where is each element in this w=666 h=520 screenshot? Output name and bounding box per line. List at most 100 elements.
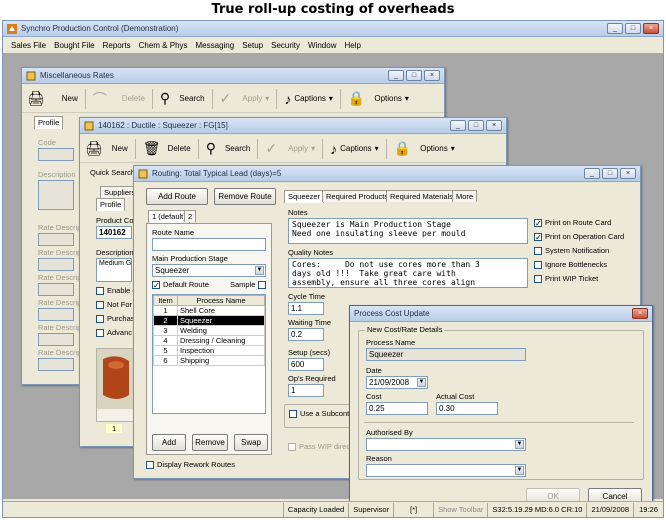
rate-desc-field[interactable] bbox=[38, 258, 74, 271]
code-field[interactable] bbox=[38, 148, 74, 161]
table-row[interactable]: 2 Squeezer bbox=[153, 315, 265, 326]
ignore-bottlenecks-checkbox[interactable]: Ignore Bottlenecks bbox=[534, 260, 607, 269]
advanced-checkbox[interactable]: Advanc bbox=[96, 328, 132, 337]
table-row[interactable]: 3 Welding bbox=[153, 325, 265, 336]
system-notification-checkbox[interactable]: System Notification bbox=[534, 246, 609, 255]
apply-button[interactable]: ✓ Apply ▾ bbox=[260, 137, 320, 161]
menu-window[interactable]: Window bbox=[304, 41, 340, 50]
rate-desc-field[interactable] bbox=[38, 358, 74, 371]
tab-more[interactable]: More bbox=[452, 190, 478, 202]
checkmark-icon: ✓ bbox=[219, 90, 232, 106]
ops-required-field[interactable]: 1 bbox=[288, 384, 324, 397]
close-button[interactable]: × bbox=[620, 168, 636, 179]
table-row[interactable]: 6 Shipping bbox=[153, 355, 265, 366]
new-button[interactable]: 🖨 New bbox=[22, 87, 83, 111]
show-toolbar-toggle[interactable]: Show Toolbar bbox=[433, 502, 487, 517]
tab-route-2[interactable]: 2 bbox=[184, 210, 197, 222]
table-row[interactable]: 5 Inspection bbox=[153, 345, 265, 356]
search-button[interactable]: ⚲ Search bbox=[155, 87, 210, 111]
add-route-button[interactable]: Add Route bbox=[146, 188, 208, 205]
cost-field[interactable]: 0.25 bbox=[366, 402, 428, 415]
captions-button[interactable]: ♪ Captions ▾ bbox=[325, 137, 384, 161]
waiting-time-field[interactable]: 0.2 bbox=[288, 328, 324, 341]
cycle-time-field[interactable]: 1.1 bbox=[288, 302, 324, 315]
delete-button[interactable]: ⌒ Delete bbox=[88, 87, 150, 111]
sample-checkbox[interactable]: Sample bbox=[230, 280, 267, 289]
menu-help[interactable]: Help bbox=[340, 41, 364, 50]
description-field[interactable] bbox=[38, 180, 74, 210]
menu-chem-phys[interactable]: Chem & Phys bbox=[135, 41, 192, 50]
description-field[interactable]: Medium Gla bbox=[96, 258, 132, 282]
captions-button[interactable]: ♪ Captions ▾ bbox=[279, 87, 338, 111]
maximize-button[interactable]: □ bbox=[602, 168, 618, 179]
actual-cost-field[interactable]: 0.30 bbox=[436, 402, 498, 415]
tab-profile[interactable]: Profile bbox=[34, 116, 64, 129]
reason-select[interactable]: ▼ bbox=[366, 464, 526, 477]
menu-messaging[interactable]: Messaging bbox=[192, 41, 239, 50]
chevron-down-icon[interactable]: ▼ bbox=[515, 440, 524, 449]
print-route-card-checkbox[interactable]: ✓ Print on Route Card bbox=[534, 218, 611, 227]
table-row[interactable]: 4 Dressing / Cleaning bbox=[153, 335, 265, 346]
not-for-checkbox[interactable]: Not For bbox=[96, 300, 132, 309]
routing-title: Routing: Total Typical Lead (days)=5 bbox=[152, 169, 282, 178]
apply-button[interactable]: ✓ Apply ▾ bbox=[215, 87, 275, 111]
table-row[interactable]: 1 Shell Core bbox=[153, 305, 265, 316]
grid-header-process[interactable]: Process Name bbox=[177, 295, 265, 306]
menu-bought-file[interactable]: Bought File bbox=[50, 41, 98, 50]
menu-reports[interactable]: Reports bbox=[99, 41, 135, 50]
rate-desc-field[interactable] bbox=[38, 233, 74, 246]
minimize-button[interactable]: _ bbox=[450, 120, 466, 131]
rate-desc-field[interactable] bbox=[38, 333, 74, 346]
new-button[interactable]: 🖨 New bbox=[80, 137, 133, 161]
authorised-by-select[interactable]: ▼ bbox=[366, 438, 526, 451]
remove-route-button[interactable]: Remove Route bbox=[214, 188, 276, 205]
quick-search-label[interactable]: Quick Search bbox=[90, 168, 135, 177]
menu-setup[interactable]: Setup bbox=[238, 41, 267, 50]
purchase-checkbox[interactable]: Purchas bbox=[96, 314, 135, 323]
tab-squeezer[interactable]: Squeezer bbox=[284, 190, 325, 203]
options-button[interactable]: 🔒 Options ▾ bbox=[343, 87, 414, 111]
tab-profile[interactable]: Profile bbox=[96, 198, 126, 211]
menu-sales-file[interactable]: Sales File bbox=[7, 41, 50, 50]
tab-required-products[interactable]: Required Products bbox=[322, 190, 393, 202]
menu-security[interactable]: Security bbox=[267, 41, 304, 50]
swap-process-button[interactable]: Swap bbox=[234, 434, 268, 451]
captions-icon: ♪ bbox=[330, 140, 338, 157]
close-button[interactable]: × bbox=[486, 120, 502, 131]
minimize-button[interactable]: _ bbox=[607, 23, 623, 34]
display-rework-checkbox[interactable]: Display Rework Routes bbox=[146, 460, 235, 469]
grid-header-item[interactable]: Item bbox=[153, 295, 178, 306]
options-button[interactable]: 🔒 Options ▾ bbox=[389, 137, 460, 161]
pass-wip-checkbox[interactable]: Pass WIP direct t bbox=[288, 442, 356, 451]
print-operation-card-checkbox[interactable]: ✓ Print on Operation Card bbox=[534, 232, 624, 241]
close-button[interactable]: × bbox=[632, 308, 648, 319]
delete-button[interactable]: 🗑 Delete bbox=[138, 137, 196, 161]
close-button[interactable]: × bbox=[643, 23, 659, 34]
main-stage-select[interactable]: Squeezer ▼ bbox=[152, 264, 266, 277]
route-name-field[interactable] bbox=[152, 238, 266, 251]
rate-desc-field[interactable] bbox=[38, 308, 74, 321]
rate-desc-field[interactable] bbox=[38, 283, 74, 296]
print-wip-ticket-checkbox[interactable]: Print WIP Ticket bbox=[534, 274, 598, 283]
minimize-button[interactable]: _ bbox=[388, 70, 404, 81]
notes-textarea[interactable]: Squeezer is Main Production Stage Need o… bbox=[288, 218, 528, 244]
remove-process-button[interactable]: Remove bbox=[192, 434, 228, 451]
chevron-down-icon[interactable]: ▼ bbox=[417, 378, 426, 387]
chevron-down-icon[interactable]: ▼ bbox=[515, 466, 524, 475]
close-button[interactable]: × bbox=[424, 70, 440, 81]
default-route-checkbox[interactable]: ✓ Default Route bbox=[152, 280, 209, 289]
maximize-button[interactable]: □ bbox=[406, 70, 422, 81]
setup-field[interactable]: 600 bbox=[288, 358, 324, 371]
chevron-down-icon: ▾ bbox=[265, 94, 270, 103]
add-process-button[interactable]: Add bbox=[152, 434, 186, 451]
date-picker[interactable]: 21/09/2008 ▼ bbox=[366, 376, 428, 389]
maximize-button[interactable]: □ bbox=[468, 120, 484, 131]
enable-checkbox[interactable]: Enable c bbox=[96, 286, 136, 295]
quality-notes-textarea[interactable]: Cores: Do not use cores more than 3 days… bbox=[288, 258, 528, 288]
tab-required-materials[interactable]: Required Materials bbox=[386, 190, 457, 202]
search-button[interactable]: ⚲ Search bbox=[201, 137, 256, 161]
maximize-button[interactable]: □ bbox=[625, 23, 641, 34]
product-code-field[interactable]: 140162 bbox=[96, 226, 132, 239]
chevron-down-icon[interactable]: ▼ bbox=[255, 266, 264, 275]
minimize-button[interactable]: _ bbox=[584, 168, 600, 179]
